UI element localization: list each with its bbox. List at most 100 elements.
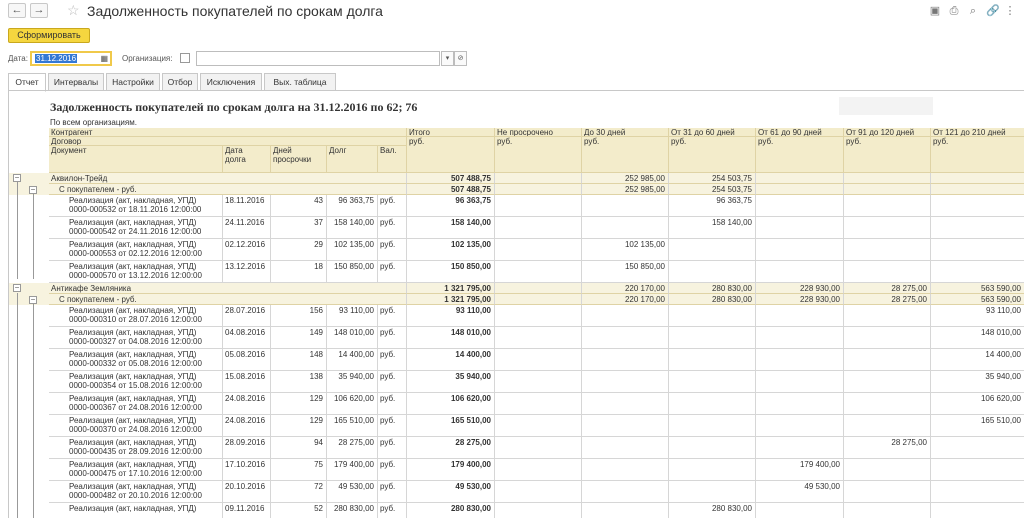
document-number: 0000-000553 от 02.12.2016 12:00:00 (69, 249, 202, 258)
value-col-6: 563 590,00 (931, 294, 1024, 305)
report-area[interactable]: Задолженность покупателей по срокам долг… (8, 91, 1024, 518)
tab-exclusions[interactable]: Исключения (200, 73, 262, 91)
group-row-contractor[interactable]: Аквилон-Трейд 507 488,75 252 985,00 254 503… (9, 173, 1024, 184)
value-col-2: 150 850,00 (582, 261, 669, 283)
value-col-1 (495, 437, 582, 459)
document-name: Реализация (акт, накладная, УПД) 0000-000… (49, 437, 223, 459)
collapse-icon[interactable]: − (13, 284, 21, 292)
table-row[interactable]: Реализация (акт, накладная, УПД) 0000-000… (9, 481, 1024, 503)
value-col-6 (931, 195, 1024, 217)
table-row[interactable]: Реализация (акт, накладная, УПД) 0000-000… (9, 305, 1024, 327)
value-col-2 (582, 217, 669, 239)
document-number: 0000-000310 от 28.07.2016 12:00:00 (69, 315, 202, 324)
save-icon[interactable]: ▣ (929, 5, 941, 17)
overdue-days: 43 (271, 195, 327, 217)
value-col-3: 280 830,00 (669, 503, 756, 518)
table-row[interactable]: Реализация (акт, накладная, УПД) 0000-000… (9, 415, 1024, 437)
contractor-name: Антикафе Земляника (49, 283, 407, 294)
group-row-contractor[interactable]: Антикафе Земляника 1 321 795,00 220 170,00… (9, 283, 1024, 294)
table-row[interactable]: Реализация (акт, накладная, УПД) 0000-000… (9, 261, 1024, 283)
document-name: Реализация (акт, накладная, УПД) (49, 503, 223, 518)
document-number: 0000-000475 от 17.10.2016 12:00:00 (69, 469, 202, 478)
value-col-6 (931, 217, 1024, 239)
debt-amount: 102 135,00 (327, 239, 378, 261)
table-row[interactable]: Реализация (акт, накладная, УПД) 0000-000… (9, 195, 1024, 217)
value-col-1 (495, 261, 582, 283)
value-col-1 (495, 217, 582, 239)
date-field[interactable]: 31.12.2016 ▦ (30, 51, 112, 66)
debt-date: 24.08.2016 (223, 393, 271, 415)
value-col-0: 1 321 795,00 (407, 294, 495, 305)
header-col-2: До 30 дней (582, 128, 669, 137)
header-currency: Вал. (378, 146, 407, 173)
document-number: 0000-000370 от 24.08.2016 12:00:00 (69, 425, 202, 434)
value-col-0: 106 620,00 (407, 393, 495, 415)
document-name: Реализация (акт, накладная, УПД) 0000-000… (49, 217, 223, 239)
value-col-6: 148 010,00 (931, 327, 1024, 349)
value-col-5 (844, 415, 931, 437)
table-row[interactable]: Реализация (акт, накладная, УПД) 0000-000… (9, 217, 1024, 239)
preview-icon[interactable]: ⌕ (967, 5, 979, 17)
dropdown-icon[interactable]: ▾ (441, 51, 454, 66)
group-row-contract[interactable]: С покупателем - руб. 1 321 795,00 220 170,… (9, 294, 1024, 305)
value-col-5: 28 275,00 (844, 294, 931, 305)
table-row[interactable]: Реализация (акт, накладная, УПД) 0000-000… (9, 327, 1024, 349)
document-name: Реализация (акт, накладная, УПД) 0000-000… (49, 349, 223, 371)
table-row[interactable]: Реализация (акт, накладная, УПД) 0000-000… (9, 239, 1024, 261)
header-col-3: От 31 до 60 дней (669, 128, 756, 137)
value-col-4 (756, 393, 844, 415)
debt-date: 24.11.2016 (223, 217, 271, 239)
document-type: Реализация (акт, накладная, УПД) (69, 306, 197, 315)
value-col-2: 220 170,00 (582, 294, 669, 305)
favorite-star-icon[interactable]: ☆ (67, 3, 80, 17)
collapse-icon[interactable]: − (13, 174, 21, 182)
organization-checkbox[interactable] (180, 53, 190, 63)
collapse-icon[interactable]: − (29, 296, 37, 304)
value-col-4 (756, 371, 844, 393)
value-col-1 (495, 481, 582, 503)
calendar-icon[interactable]: ▦ (100, 54, 108, 63)
forward-button[interactable]: → (30, 3, 48, 18)
table-row[interactable]: Реализация (акт, накладная, УПД) 0000-000… (9, 437, 1024, 459)
tab-filter[interactable]: Отбор (162, 73, 198, 91)
value-col-4: 228 930,00 (756, 283, 844, 294)
value-col-3 (669, 327, 756, 349)
value-col-3: 280 830,00 (669, 294, 756, 305)
document-name: Реализация (акт, накладная, УПД) 0000-000… (49, 327, 223, 349)
value-col-2: 102 135,00 (582, 239, 669, 261)
document-name: Реализация (акт, накладная, УПД) 0000-000… (49, 459, 223, 481)
overdue-days: 52 (271, 503, 327, 518)
back-button[interactable]: ← (8, 3, 26, 18)
value-col-5 (844, 305, 931, 327)
organization-field[interactable] (196, 51, 440, 66)
value-col-2 (582, 349, 669, 371)
tab-settings[interactable]: Настройки (106, 73, 160, 91)
value-col-6: 35 940,00 (931, 371, 1024, 393)
currency: руб. (378, 327, 407, 349)
report-subtitle: По всем организациям. (50, 118, 137, 127)
table-row[interactable]: Реализация (акт, накладная, УПД) 0000-000… (9, 393, 1024, 415)
document-type: Реализация (акт, накладная, УПД) (69, 240, 197, 249)
value-col-6: 563 590,00 (931, 283, 1024, 294)
table-row[interactable]: Реализация (акт, накладная, УПД) 0000-000… (9, 459, 1024, 481)
value-col-2: 220 170,00 (582, 283, 669, 294)
value-col-0: 35 940,00 (407, 371, 495, 393)
group-row-contract[interactable]: С покупателем - руб. 507 488,75 252 985,00… (9, 184, 1024, 195)
tab-intervals[interactable]: Интервалы (48, 73, 104, 91)
link-icon[interactable]: 🔗 (986, 5, 1000, 17)
value-col-1 (495, 349, 582, 371)
table-row[interactable]: Реализация (акт, накладная, УПД) 0000-000… (9, 371, 1024, 393)
open-icon[interactable]: ⊘ (454, 51, 467, 66)
tab-output-table[interactable]: Вых. таблица (264, 73, 336, 91)
table-row[interactable]: Реализация (акт, накладная, УПД) 09.11.20… (9, 503, 1024, 518)
value-col-5 (844, 239, 931, 261)
title-bar: ← → ☆ Задолженность покупателей по срока… (0, 0, 1024, 24)
print-icon[interactable]: ⎙ (948, 5, 960, 17)
document-type: Реализация (акт, накладная, УПД) (69, 394, 197, 403)
table-row[interactable]: Реализация (акт, накладная, УПД) 0000-000… (9, 349, 1024, 371)
value-col-6 (931, 503, 1024, 518)
generate-button[interactable]: Сформировать (8, 28, 90, 43)
value-col-5 (844, 184, 931, 195)
more-menu-icon[interactable]: ⋮ (1004, 5, 1016, 17)
value-col-6 (931, 437, 1024, 459)
